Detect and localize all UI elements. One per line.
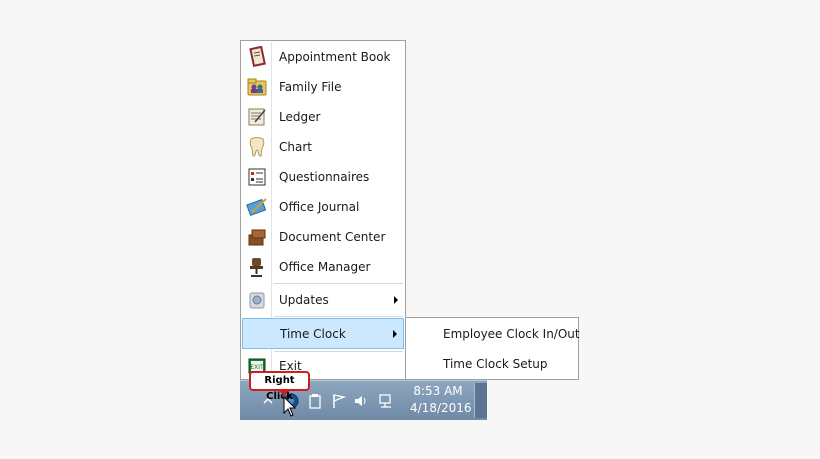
office-manager-icon (242, 252, 272, 282)
menu-item-office-manager[interactable]: Office Manager (242, 252, 404, 282)
submenu-item-employee-clock[interactable]: Employee Clock In/Out (443, 319, 580, 349)
menu-item-ledger[interactable]: Ledger (242, 102, 404, 132)
office-journal-icon (242, 192, 272, 222)
volume-icon[interactable] (353, 393, 369, 409)
clock-date: 4/18/2016 (410, 401, 472, 415)
menu-item-family-file[interactable]: Family File (242, 72, 404, 102)
taskbar-clock[interactable]: 8:53 AM 4/18/2016 (410, 383, 472, 417)
clipboard-tray-icon[interactable] (307, 393, 323, 409)
submenu-arrow-icon (394, 296, 398, 304)
menu-item-label: Updates (279, 293, 329, 307)
menu-item-label: Office Manager (279, 260, 371, 274)
menu-separator (274, 351, 403, 352)
menu-item-label: Document Center (279, 230, 386, 244)
submenu-arrow-icon (393, 330, 397, 338)
menu-separator (274, 283, 403, 284)
menu-item-label: Questionnaires (279, 170, 370, 184)
menu-item-label: Appointment Book (279, 50, 391, 64)
menu-item-time-clock[interactable]: Time Clock (242, 318, 404, 349)
menu-item-label: Chart (279, 140, 312, 154)
menu-item-label: Time Clock (280, 326, 346, 341)
document-center-icon (242, 222, 272, 252)
appointment-book-icon (242, 42, 272, 72)
flag-icon[interactable] (331, 393, 347, 409)
mouse-pointer-icon (283, 396, 297, 417)
submenu-item-time-clock-setup[interactable]: Time Clock Setup (443, 349, 548, 379)
clock-time: 8:53 AM (413, 384, 463, 398)
tooth-chart-icon (242, 132, 272, 162)
time-clock-submenu: Employee Clock In/Out Time Clock Setup (406, 317, 580, 380)
menu-item-label: Ledger (279, 110, 321, 124)
menu-item-label: Office Journal (279, 200, 360, 214)
menu-separator (274, 316, 403, 317)
menu-item-appointment-book[interactable]: Appointment Book (242, 42, 404, 72)
menu-item-label: Family File (279, 80, 342, 94)
menu-item-chart[interactable]: Chart (242, 132, 404, 162)
context-menu: Appointment Book Family File Ledger Char… (240, 40, 406, 380)
network-icon[interactable] (378, 393, 394, 409)
show-desktop-button[interactable] (474, 383, 487, 418)
menu-item-questionnaires[interactable]: Questionnaires (242, 162, 404, 192)
updates-icon (242, 285, 272, 315)
questionnaires-icon (242, 162, 272, 192)
menu-item-office-journal[interactable]: Office Journal (242, 192, 404, 222)
family-file-icon (242, 72, 272, 102)
menu-item-document-center[interactable]: Document Center (242, 222, 404, 252)
right-click-callout: Right Click (249, 371, 310, 402)
svg-text:EXIT: EXIT (250, 364, 264, 371)
menu-item-updates[interactable]: Updates (242, 285, 404, 315)
ledger-icon (242, 102, 272, 132)
